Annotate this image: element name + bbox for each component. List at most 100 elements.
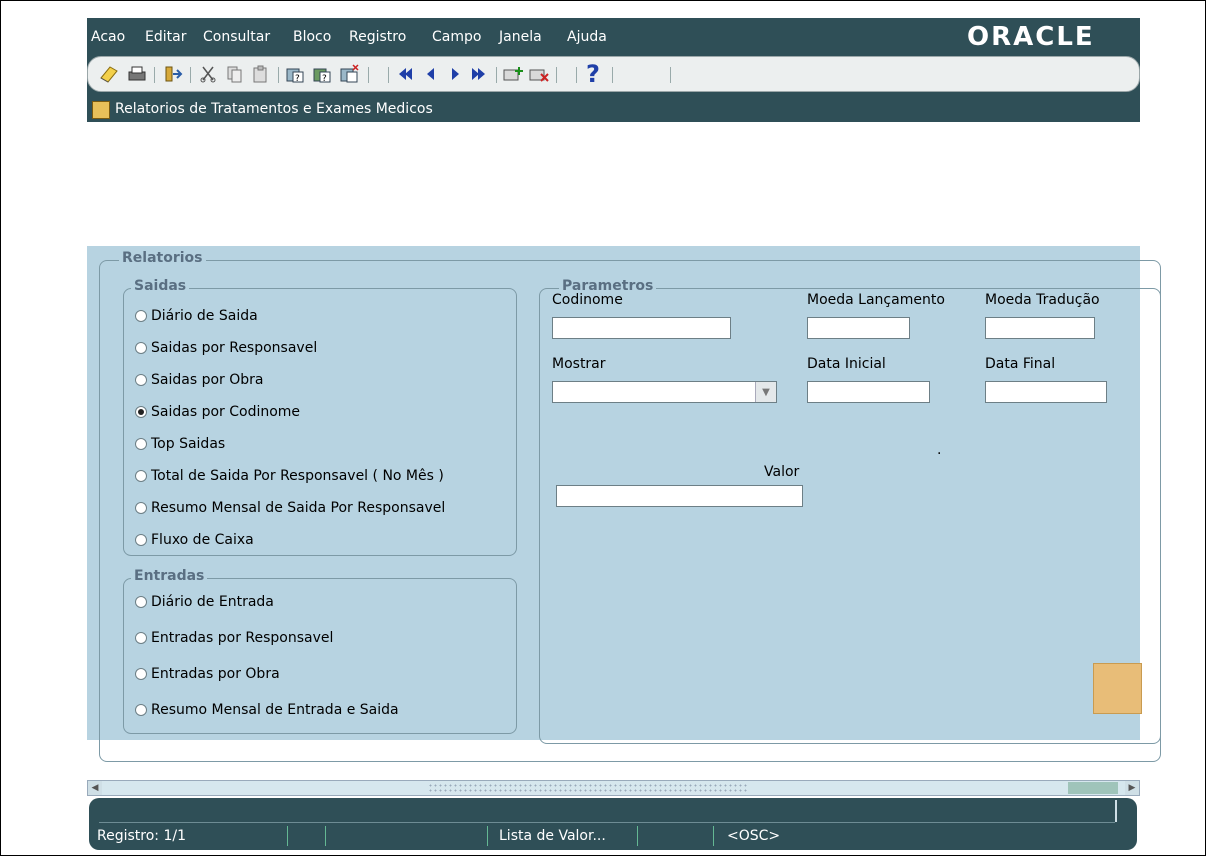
radio-label: Diário de Entrada [151,594,274,610]
data-inicial-field[interactable] [807,381,930,403]
menu-editar[interactable]: Editar [145,29,186,45]
save-icon[interactable] [98,63,120,85]
scroll-left-icon[interactable]: ◀ [88,781,102,795]
toolbar-separator [612,67,613,83]
codinome-label: Codinome [552,292,623,308]
toolbar-separator [556,67,557,83]
action-button[interactable] [1093,663,1142,714]
radio-entradas-por-responsavel[interactable]: Entradas por Responsavel [135,630,333,646]
radio-button[interactable] [135,502,147,514]
next-record-icon[interactable] [444,63,466,85]
radio-button[interactable] [135,310,147,322]
radio-button[interactable] [135,632,147,644]
radio-resumo-mensal-de-saida[interactable]: Resumo Mensal de Saida Por Responsavel [135,500,445,516]
copy-icon[interactable] [224,63,246,85]
radio-fluxo-de-caixa[interactable]: Fluxo de Caixa [135,532,254,548]
stray-dot: . [937,442,942,458]
radio-diario-de-entrada[interactable]: Diário de Entrada [135,594,274,610]
radio-entradas-por-obra[interactable]: Entradas por Obra [135,666,280,682]
scrollbar-track-segment [1068,782,1118,794]
radio-button[interactable] [135,438,147,450]
radio-label: Entradas por Obra [151,666,280,682]
codinome-field[interactable] [552,317,731,339]
radio-label: Saidas por Responsavel [151,340,318,356]
radio-button[interactable] [135,596,147,608]
menu-ajuda[interactable]: Ajuda [567,29,607,45]
list-of-values-indicator: Lista de Valor... [499,828,606,844]
form-window-icon [92,101,110,119]
svg-text:?: ? [295,74,300,84]
radio-saidas-por-responsavel[interactable]: Saidas por Responsavel [135,340,317,356]
radio-button[interactable] [135,342,147,354]
menu-registro[interactable]: Registro [349,29,406,45]
toolbar-separator [576,67,577,83]
svg-text:?: ? [322,74,327,84]
data-final-field[interactable] [985,381,1107,403]
oracle-logo: ORACLE [967,22,1095,52]
horizontal-scrollbar[interactable]: ◀ ▶ [87,780,1140,796]
first-record-icon[interactable] [394,63,416,85]
radio-button[interactable] [135,534,147,546]
toolbar: ? ? ? [87,56,1140,92]
data-final-label: Data Final [985,356,1056,372]
valor-field[interactable] [556,485,803,507]
radio-total-de-saida-por-responsavel[interactable]: Total de Saida Por Responsavel ( No Mês … [135,468,444,484]
status-area: ◀ ▶ Registro: 1/1 Lista de Valor... <OSC… [87,780,1140,850]
valor-label: Valor [764,464,800,480]
radio-label: Saidas por Obra [151,372,264,388]
moeda-traducao-field[interactable] [985,317,1095,339]
radio-saidas-por-codinome[interactable]: Saidas por Codinome [135,404,300,420]
radio-button[interactable] [135,374,147,386]
mostrar-select[interactable]: ▼ [552,381,777,403]
window-title-bar: Relatorios de Tratamentos e Exames Medic… [87,98,1140,122]
status-separator [713,826,714,846]
menu-bloco[interactable]: Bloco [293,29,331,45]
toolbar-separator [496,67,497,83]
radio-button[interactable] [135,470,147,482]
previous-record-icon[interactable] [420,63,442,85]
insert-record-icon[interactable] [502,63,524,85]
last-record-icon[interactable] [468,63,490,85]
radio-label: Entradas por Responsavel [151,630,334,646]
mostrar-label: Mostrar [552,356,606,372]
scroll-right-icon[interactable]: ▶ [1125,781,1139,795]
saidas-title: Saidas [131,278,190,294]
radio-button-selected[interactable] [135,406,147,418]
status-separator [325,826,326,846]
enter-query-icon[interactable]: ? [285,63,307,85]
exit-icon[interactable] [162,63,184,85]
menu-janela[interactable]: Janela [499,29,542,45]
menu-campo[interactable]: Campo [432,29,481,45]
menu-acao[interactable]: Acao [91,29,125,45]
radio-diario-de-saida[interactable]: Diário de Saida [135,308,258,324]
moeda-lancamento-field[interactable] [807,317,910,339]
radio-label: Resumo Mensal de Saida Por Responsavel [151,500,446,516]
status-separator [287,826,288,846]
status-separator [487,826,488,846]
toolbar-separator [670,67,671,83]
radio-button[interactable] [135,704,147,716]
radio-button[interactable] [135,668,147,680]
menu-consultar[interactable]: Consultar [203,29,270,45]
radio-label: Diário de Saida [151,308,258,324]
toolbar-separator [368,67,369,83]
record-count: Registro: 1/1 [97,828,186,844]
radio-top-saidas[interactable]: Top Saidas [135,436,225,452]
chevron-down-icon[interactable]: ▼ [755,382,776,402]
help-icon[interactable]: ? [582,60,604,88]
delete-record-icon[interactable] [528,63,550,85]
radio-label: Saidas por Codinome [151,404,301,420]
print-icon[interactable] [126,63,148,85]
execute-query-icon[interactable]: ? [312,63,334,85]
cancel-query-icon[interactable] [339,63,361,85]
scrollbar-thumb[interactable] [428,783,748,793]
message-line [99,822,1115,823]
radio-label: Total de Saida Por Responsavel ( No Mês … [151,468,444,484]
moeda-traducao-label: Moeda Tradução [985,292,1100,308]
paste-icon[interactable] [250,63,272,85]
osc-indicator: <OSC> [727,828,781,844]
radio-saidas-por-obra[interactable]: Saidas por Obra [135,372,263,388]
oracle-forms-window: Acao Editar Consultar Bloco Registro Cam… [87,18,1161,762]
cut-icon[interactable] [198,63,220,85]
radio-resumo-mensal-de-entrada-e-saida[interactable]: Resumo Mensal de Entrada e Saida [135,702,399,718]
